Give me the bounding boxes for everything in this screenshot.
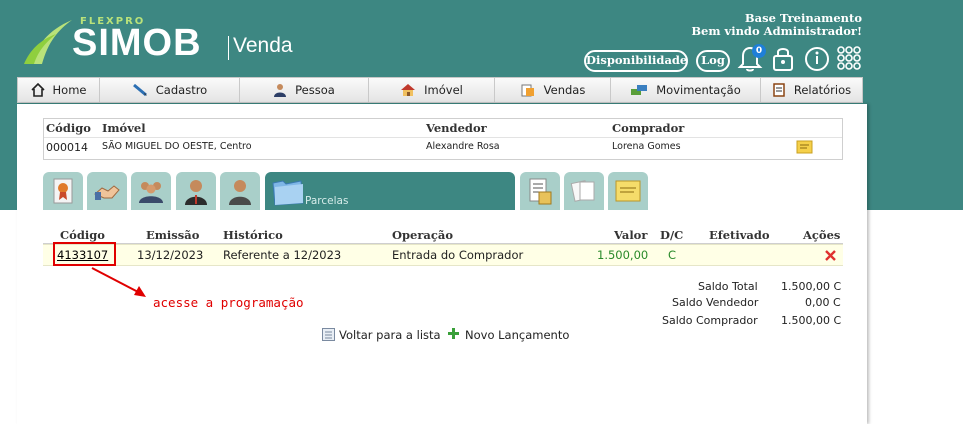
buyer-balance-label: Saldo Comprador [662, 314, 758, 327]
nav-home[interactable]: Home [18, 78, 100, 102]
logo-divider [228, 36, 229, 60]
businessman-icon [185, 180, 207, 205]
buyer-balance-value: 1.500,00 C [781, 314, 842, 327]
user-greeting: Base Treinamento Bem vindo Administrador… [691, 12, 862, 38]
people-group-icon [139, 182, 163, 203]
app-logo[interactable]: FLEXPRO SIMOB Venda [22, 14, 322, 70]
col-header-done: Efetivado [709, 228, 770, 242]
nav-pessoa[interactable]: Pessoa [240, 78, 369, 102]
document-stack-icon [529, 178, 552, 205]
list-icon [322, 328, 335, 341]
nav-home-label: Home [52, 83, 87, 97]
welcome-text: Bem vindo Administrador! [691, 24, 862, 38]
installment-operation: Entrada do Comprador [392, 248, 524, 262]
tab-parcelas-label: Parcelas [305, 195, 349, 207]
summary-buyer: Lorena Gomes [612, 141, 681, 152]
folder-icon [272, 180, 304, 206]
nav-imovel-label: Imóvel [424, 83, 463, 97]
home-icon [30, 83, 45, 97]
installment-value: 1.500,00 [597, 248, 649, 262]
nav-relatorios[interactable]: Relatórios [761, 78, 862, 102]
col-header-issue: Emissão [146, 228, 200, 242]
apps-grid-icon[interactable] [836, 44, 862, 72]
module-name: Venda [233, 34, 293, 57]
installment-code-link[interactable]: 4133107 [57, 248, 108, 262]
tab-parcelas[interactable]: Parcelas [265, 172, 515, 210]
nav-vendas-label: Vendas [543, 83, 586, 97]
nav-cadastro[interactable]: Cadastro [100, 78, 240, 102]
person-icon [229, 180, 251, 205]
pencil-icon [132, 83, 147, 97]
seller-balance-value: 0,00 C [805, 296, 841, 309]
summary-header-code: Código [46, 121, 91, 135]
col-header-actions: Ações [803, 228, 841, 242]
col-header-value: Valor [614, 228, 648, 242]
summary-seller: Alexandre Rosa [426, 141, 500, 152]
new-entry-link[interactable]: Novo Lançamento [465, 328, 569, 342]
summary-property: SÃO MIGUEL DO OESTE, Centro [102, 141, 252, 152]
certificate-icon [53, 178, 73, 204]
copy-pages-icon [570, 180, 595, 202]
summary-code: 000014 [46, 141, 88, 154]
logo-leaf-icon [24, 20, 72, 64]
availability-button[interactable]: Disponibilidade [584, 50, 688, 72]
total-balance-value: 1.500,00 C [781, 280, 842, 293]
nav-vendas[interactable]: Vendas [495, 78, 611, 102]
summary-header-property: Imóvel [102, 121, 146, 135]
nav-imovel[interactable]: Imóvel [369, 78, 495, 102]
person-icon [274, 84, 287, 97]
tab-seller[interactable] [176, 172, 216, 210]
sales-icon [521, 84, 534, 97]
total-balance-label: Saldo Total [698, 280, 758, 293]
report-icon [773, 83, 785, 97]
col-header-dc: D/C [660, 228, 684, 242]
tab-people[interactable] [131, 172, 171, 210]
info-icon[interactable] [804, 44, 830, 72]
tab-contract[interactable] [43, 172, 83, 210]
nav-movimentacao[interactable]: Movimentação [611, 78, 761, 102]
tab-documents[interactable] [520, 172, 560, 210]
plus-icon [448, 328, 459, 339]
back-to-list-link[interactable]: Voltar para a lista [339, 328, 441, 342]
col-header-operation: Operação [392, 228, 454, 242]
nav-relatorios-label: Relatórios [793, 83, 852, 97]
nav-pessoa-label: Pessoa [295, 83, 335, 97]
note-icon[interactable] [796, 140, 813, 154]
house-icon [401, 84, 416, 96]
note-icon [615, 180, 641, 202]
col-header-history: Histórico [223, 228, 283, 242]
logo-simob-text: SIMOB [72, 22, 202, 64]
transfer-icon [631, 85, 648, 95]
annotation-arrow-icon [91, 267, 146, 297]
summary-header-seller: Vendedor [426, 121, 487, 135]
tab-buyer[interactable] [220, 172, 260, 210]
log-button[interactable]: Log [696, 50, 730, 72]
delete-icon[interactable] [825, 250, 836, 261]
nav-movimentacao-label: Movimentação [656, 83, 741, 97]
handshake-icon [94, 185, 120, 200]
tab-notes[interactable] [608, 172, 648, 210]
tab-copies[interactable] [564, 172, 604, 210]
installment-history: Referente a 12/2023 [223, 248, 342, 262]
summary-header-buyer: Comprador [612, 121, 685, 135]
lock-icon[interactable] [770, 44, 796, 72]
installment-issue: 13/12/2023 [137, 248, 204, 262]
main-nav: Home Cadastro Pessoa Imóvel Vendas Movim… [17, 77, 863, 103]
tab-agreement[interactable] [87, 172, 127, 210]
annotation-text: acesse a programação [153, 295, 304, 310]
col-header-code: Código [60, 228, 105, 242]
nav-cadastro-label: Cadastro [155, 83, 208, 97]
seller-balance-label: Saldo Vendedor [672, 296, 759, 309]
notification-badge: 0 [752, 44, 766, 58]
installment-dc: C [668, 248, 677, 262]
